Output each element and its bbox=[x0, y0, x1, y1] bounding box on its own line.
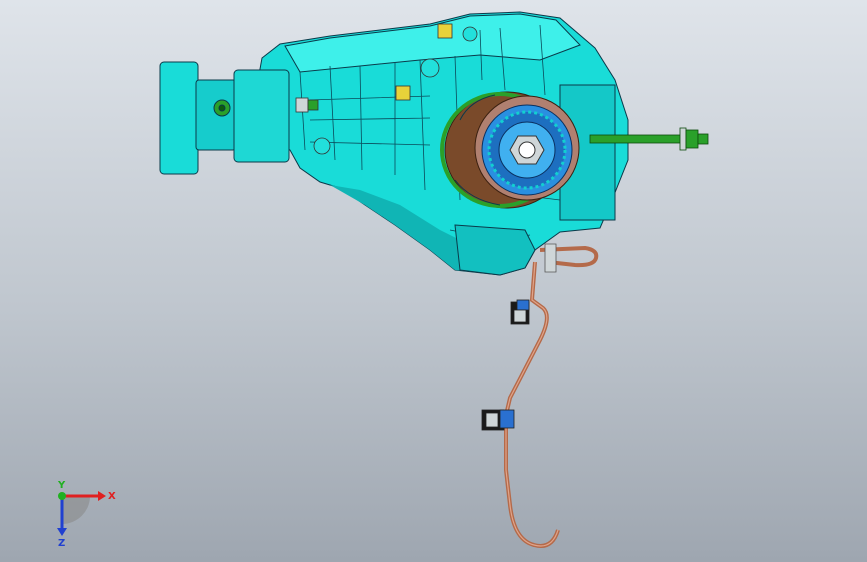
bolt-green bbox=[307, 99, 319, 111]
differential-assembly-model[interactable] bbox=[0, 0, 867, 562]
clip-lower-band bbox=[499, 409, 515, 429]
triad-quadrant bbox=[62, 496, 90, 524]
bolt-middle bbox=[395, 85, 411, 101]
clip-lower-body bbox=[485, 412, 499, 428]
flange-nut-center bbox=[218, 104, 226, 112]
bolt-left bbox=[295, 97, 309, 113]
shaft-washer bbox=[679, 127, 687, 151]
housing-lower-lip bbox=[454, 224, 536, 276]
pipe-clips bbox=[481, 299, 530, 431]
flange-hub bbox=[195, 79, 237, 151]
y-axis-label: Y bbox=[57, 480, 66, 491]
bolt-boss-1 bbox=[420, 58, 440, 78]
flange-sleeve bbox=[233, 69, 290, 163]
orientation-triad: X Y Z bbox=[57, 480, 116, 548]
clip-upper-body bbox=[513, 309, 527, 323]
breather-pipe bbox=[504, 243, 599, 548]
bolt-boss-3 bbox=[462, 26, 478, 42]
output-nut-hole bbox=[518, 141, 536, 159]
z-axis-label: Z bbox=[58, 538, 65, 548]
y-axis-dot bbox=[58, 492, 66, 500]
clip-upper-band bbox=[516, 299, 530, 311]
x-axis-arrow bbox=[98, 491, 106, 501]
input-flange bbox=[159, 61, 290, 175]
shaft-rod bbox=[589, 134, 696, 144]
pipe-fitting bbox=[544, 243, 557, 273]
x-axis-label: X bbox=[108, 491, 116, 502]
shaft-nut bbox=[685, 129, 699, 149]
z-axis-arrow bbox=[57, 528, 67, 536]
bolt-boss-2 bbox=[313, 137, 331, 155]
shaft-tip bbox=[697, 133, 709, 145]
bolt-top bbox=[437, 23, 453, 39]
flange-plate bbox=[159, 61, 199, 175]
cad-viewport[interactable]: X Y Z bbox=[0, 0, 867, 562]
